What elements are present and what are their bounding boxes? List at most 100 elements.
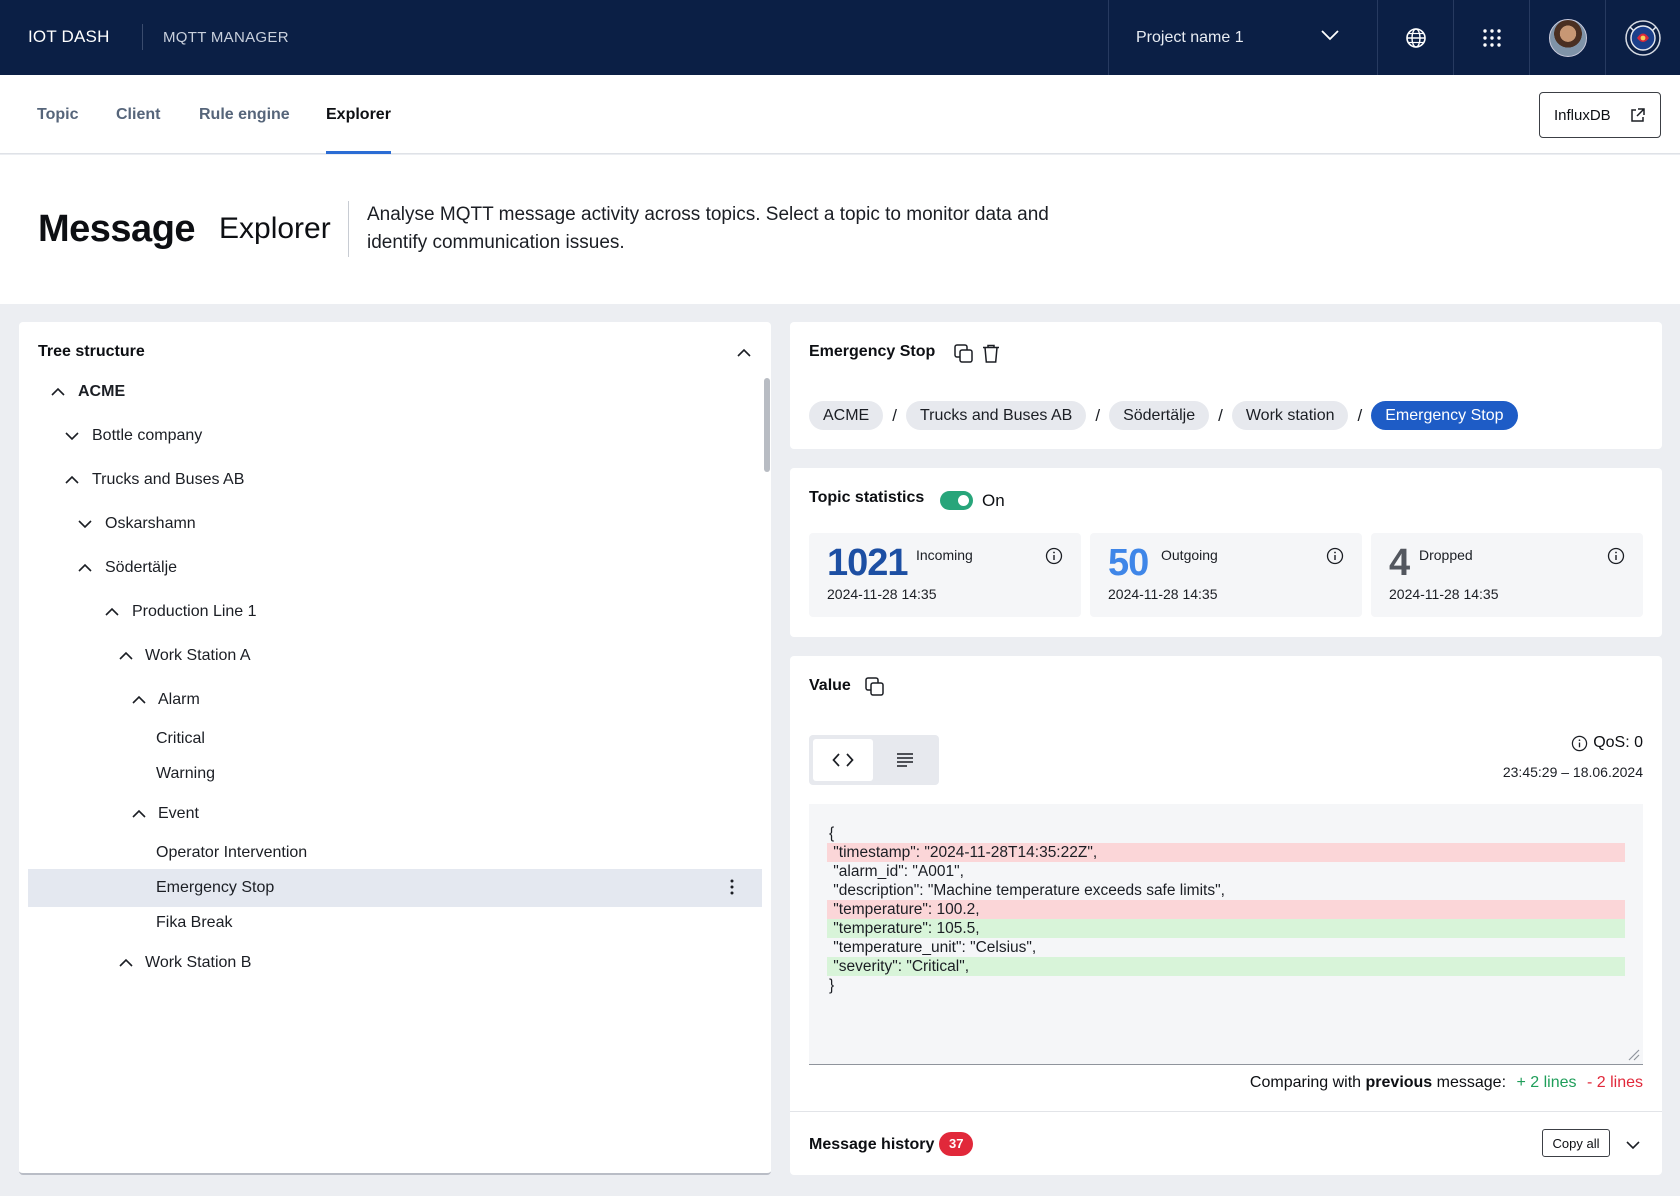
tree-title: Tree structure [38, 343, 145, 360]
payload-line: } [829, 977, 835, 994]
code-icon [832, 753, 854, 767]
statistics-toggle[interactable] [940, 491, 973, 510]
dropped-date: 2024-11-28 14:35 [1389, 586, 1499, 602]
brand-label[interactable]: IOT DASH [28, 27, 110, 47]
chevron-down-icon[interactable] [1624, 1136, 1642, 1154]
info-icon[interactable] [1571, 735, 1588, 752]
influxdb-button[interactable]: InfluxDB [1539, 92, 1661, 138]
chevron-up-icon[interactable] [131, 692, 147, 708]
chevron-down-icon[interactable] [77, 516, 93, 532]
tree-item-label: Critical [156, 730, 205, 747]
tree-item[interactable]: Trucks and Buses AB [28, 461, 762, 499]
message-history-title[interactable]: Message history [809, 1136, 934, 1154]
copy-all-button[interactable]: Copy all [1542, 1129, 1610, 1157]
chevron-up-icon[interactable] [118, 648, 134, 664]
tree-item-label: Work Station A [145, 647, 251, 664]
outgoing-label: Outgoing [1161, 547, 1218, 563]
chevron-up-icon[interactable] [131, 806, 147, 822]
info-icon[interactable] [1326, 547, 1344, 565]
compare-reference: previous [1365, 1074, 1433, 1091]
tree-item-label: Fika Break [156, 914, 233, 931]
code-view-button[interactable] [813, 739, 873, 781]
tree-item[interactable]: Work Station A [28, 637, 762, 675]
avatar [1548, 18, 1587, 57]
tree-item[interactable]: Production Line 1 [28, 593, 762, 631]
incoming-label: Incoming [916, 547, 973, 563]
breadcrumb-sodertalje[interactable]: Södertälje [1109, 401, 1210, 430]
chevron-up-icon[interactable] [64, 472, 80, 488]
tree-item-label: Trucks and Buses AB [92, 471, 245, 488]
removed-lines-count: - 2 lines [1586, 1074, 1643, 1091]
payload-line: "severity": "Critical", [827, 957, 1625, 976]
tree-item[interactable]: Oskarshamn [28, 505, 762, 543]
apps-grid-icon [1482, 28, 1501, 47]
tree-item[interactable]: Warning [28, 755, 762, 793]
payload-line: "temperature_unit": "Celsius", [829, 939, 1037, 956]
page-subtitle: Explorer [219, 212, 331, 245]
outgoing-date: 2024-11-28 14:35 [1108, 586, 1218, 602]
tree-item[interactable]: Bottle company [28, 417, 762, 455]
stat-card-outgoing: 50 Outgoing 2024-11-28 14:35 [1090, 533, 1362, 617]
tab-client[interactable]: Client [116, 106, 160, 124]
profile-button[interactable] [1529, 0, 1605, 75]
message-timestamp: 23:45:29 – 18.06.2024 [1502, 764, 1643, 780]
text-view-button[interactable] [875, 739, 935, 781]
apps-button[interactable] [1453, 0, 1529, 75]
tab-rule-engine[interactable]: Rule engine [199, 106, 290, 124]
chevron-up-icon[interactable] [50, 384, 66, 400]
breadcrumb-trucks-and-buses[interactable]: Trucks and Buses AB [905, 401, 1087, 430]
tree-item-label: Event [158, 805, 199, 822]
chevron-up-icon[interactable] [77, 560, 93, 576]
chevron-up-icon[interactable] [104, 604, 120, 620]
value-panel: Value QoS: 0 23:45:29 – 18.06.2024 { "ti… [790, 656, 1662, 1175]
brand-logo [1605, 0, 1680, 75]
project-selector[interactable]: Project name 1 [1108, 0, 1377, 75]
page-title: Message [38, 208, 196, 250]
tree-item[interactable]: ACME [28, 373, 762, 411]
breadcrumb-emergency-stop[interactable]: Emergency Stop [1371, 401, 1518, 430]
trash-icon[interactable] [981, 343, 1001, 364]
info-icon[interactable] [1045, 547, 1063, 565]
breadcrumb-separator: / [892, 405, 897, 425]
resize-handle-icon[interactable] [1626, 1047, 1640, 1061]
tree-scrollbar[interactable] [764, 378, 770, 472]
stat-card-dropped: 4 Dropped 2024-11-28 14:35 [1371, 533, 1643, 617]
tree-item-label: Alarm [158, 691, 200, 708]
tab-explorer[interactable]: Explorer [326, 106, 391, 124]
payload-line: "temperature": 100.2, [827, 900, 1625, 919]
app-name: MQTT MANAGER [163, 29, 289, 46]
outgoing-count: 50 [1108, 542, 1149, 584]
dropped-count: 4 [1389, 542, 1410, 584]
page-header: Message Explorer Analyse MQTT message ac… [0, 155, 1680, 304]
tree-item[interactable]: Emergency Stop [28, 869, 762, 907]
tree-item[interactable]: Event [28, 795, 762, 833]
copy-icon[interactable] [864, 676, 885, 697]
tree-item[interactable]: Operator Intervention [28, 834, 762, 872]
chevron-up-icon[interactable] [118, 955, 134, 971]
chevron-up-icon[interactable] [735, 344, 753, 362]
breadcrumb-separator: / [1357, 405, 1363, 425]
payload-line: "temperature": 105.5, [827, 919, 1625, 938]
tree-item[interactable]: Alarm [28, 681, 762, 719]
dropped-label: Dropped [1419, 547, 1473, 563]
info-icon[interactable] [1607, 547, 1625, 565]
tab-topic[interactable]: Topic [37, 106, 78, 124]
tree-item[interactable]: Critical [28, 720, 762, 758]
language-button[interactable] [1377, 0, 1453, 75]
tree-panel: Tree structure ACME Bottle company Trucks … [19, 322, 771, 1175]
tree-item-label: ACME [78, 383, 126, 400]
influxdb-label: InfluxDB [1554, 107, 1611, 124]
tree-item[interactable]: Södertälje [28, 549, 762, 587]
breadcrumb-work-station[interactable]: Work station [1231, 401, 1349, 430]
message-payload[interactable]: { "timestamp": "2024-11-28T14:35:22Z", "… [809, 804, 1643, 1065]
chevron-down-icon[interactable] [64, 428, 80, 444]
tree-item[interactable]: Fika Break [28, 904, 762, 942]
tree-item[interactable]: Work Station B [28, 944, 762, 982]
copy-icon[interactable] [953, 343, 974, 364]
more-options-icon[interactable] [730, 879, 734, 895]
breadcrumb-separator: / [1218, 405, 1223, 425]
breadcrumb-acme[interactable]: ACME [809, 401, 884, 430]
tree-item-label: Södertälje [105, 559, 178, 576]
tree-item-label: Operator Intervention [156, 844, 308, 861]
added-lines-count: + 2 lines [1516, 1074, 1577, 1091]
